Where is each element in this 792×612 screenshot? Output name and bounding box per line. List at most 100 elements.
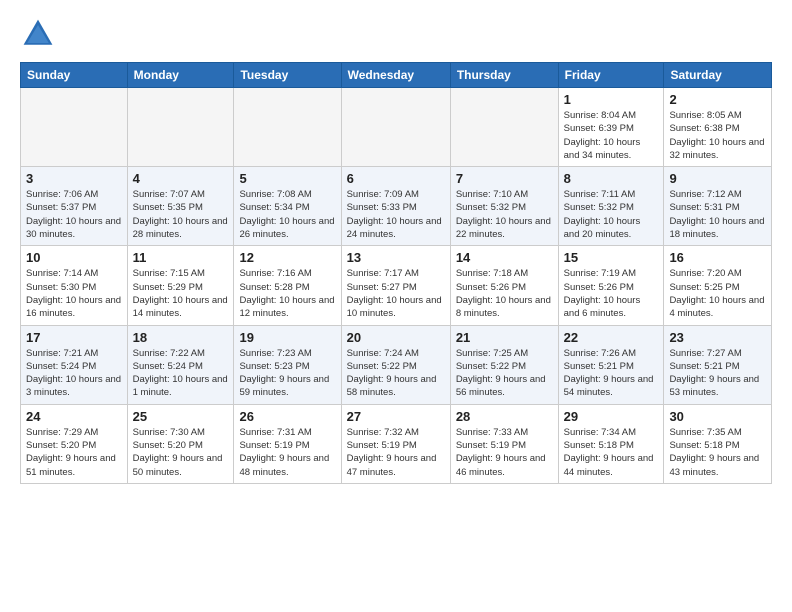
- calendar-cell: 21 Sunrise: 7:25 AM Sunset: 5:22 PM Dayli…: [450, 325, 558, 404]
- day-info: Sunrise: 7:30 AM Sunset: 5:20 PM Dayligh…: [133, 426, 229, 479]
- logo: [20, 16, 58, 52]
- calendar-week-row: 17Sunrise: 7:21 AM Sunset: 5:24 PM Dayli…: [21, 325, 772, 404]
- day-number: 4: [133, 171, 229, 186]
- day-info: Sunrise: 7:18 AM Sunset: 5:26 PM Dayligh…: [456, 267, 553, 320]
- day-info: Sunrise: 7:21 AM Sunset: 5:24 PM Dayligh…: [26, 347, 122, 400]
- calendar-cell: 18Sunrise: 7:22 AM Sunset: 5:24 PM Dayli…: [127, 325, 234, 404]
- calendar-cell: 22Sunrise: 7:26 AM Sunset: 5:21 PM Dayli…: [558, 325, 664, 404]
- day-info: Sunrise: 7:17 AM Sunset: 5:27 PM Dayligh…: [347, 267, 445, 320]
- calendar-cell: 28 Sunrise: 7:33 AM Sunset: 5:19 PM Dayli…: [450, 404, 558, 483]
- day-info: Sunrise: 8:04 AM Sunset: 6:39 PM Dayligh…: [564, 109, 659, 162]
- day-info: Sunrise: 7:08 AM Sunset: 5:34 PM Dayligh…: [239, 188, 335, 241]
- day-number: 14: [456, 250, 553, 265]
- calendar-cell: 26 Sunrise: 7:31 AM Sunset: 5:19 PM Dayli…: [234, 404, 341, 483]
- calendar-cell: 10 Sunrise: 7:14 AM Sunset: 5:30 PM Dayli…: [21, 246, 128, 325]
- day-number: 19: [239, 330, 335, 345]
- calendar-cell: 9 Sunrise: 7:12 AM Sunset: 5:31 PM Daylig…: [664, 167, 772, 246]
- calendar-cell: 24Sunrise: 7:29 AM Sunset: 5:20 PM Dayli…: [21, 404, 128, 483]
- day-number: 21: [456, 330, 553, 345]
- day-number: 20: [347, 330, 445, 345]
- calendar-header-row: SundayMondayTuesdayWednesdayThursdayFrid…: [21, 63, 772, 88]
- day-number: 8: [564, 171, 659, 186]
- day-number: 12: [239, 250, 335, 265]
- day-number: 29: [564, 409, 659, 424]
- calendar-cell: 30 Sunrise: 7:35 AM Sunset: 5:18 PM Dayli…: [664, 404, 772, 483]
- calendar-cell: 19 Sunrise: 7:23 AM Sunset: 5:23 PM Dayli…: [234, 325, 341, 404]
- day-info: Sunrise: 7:15 AM Sunset: 5:29 PM Dayligh…: [133, 267, 229, 320]
- calendar: SundayMondayTuesdayWednesdayThursdayFrid…: [20, 62, 772, 484]
- calendar-cell: 8 Sunrise: 7:11 AM Sunset: 5:32 PM Daylig…: [558, 167, 664, 246]
- day-number: 13: [347, 250, 445, 265]
- page: SundayMondayTuesdayWednesdayThursdayFrid…: [0, 0, 792, 500]
- logo-icon: [20, 16, 56, 52]
- day-info: Sunrise: 7:31 AM Sunset: 5:19 PM Dayligh…: [239, 426, 335, 479]
- calendar-cell: [341, 88, 450, 167]
- day-info: Sunrise: 7:27 AM Sunset: 5:21 PM Dayligh…: [669, 347, 766, 400]
- day-number: 5: [239, 171, 335, 186]
- day-number: 9: [669, 171, 766, 186]
- day-number: 27: [347, 409, 445, 424]
- calendar-cell: [127, 88, 234, 167]
- calendar-header-monday: Monday: [127, 63, 234, 88]
- calendar-week-row: 24Sunrise: 7:29 AM Sunset: 5:20 PM Dayli…: [21, 404, 772, 483]
- day-number: 26: [239, 409, 335, 424]
- calendar-header-wednesday: Wednesday: [341, 63, 450, 88]
- calendar-cell: [21, 88, 128, 167]
- day-number: 15: [564, 250, 659, 265]
- day-info: Sunrise: 7:06 AM Sunset: 5:37 PM Dayligh…: [26, 188, 122, 241]
- day-info: Sunrise: 7:14 AM Sunset: 5:30 PM Dayligh…: [26, 267, 122, 320]
- day-info: Sunrise: 7:25 AM Sunset: 5:22 PM Dayligh…: [456, 347, 553, 400]
- calendar-cell: 1Sunrise: 8:04 AM Sunset: 6:39 PM Daylig…: [558, 88, 664, 167]
- day-info: Sunrise: 7:29 AM Sunset: 5:20 PM Dayligh…: [26, 426, 122, 479]
- calendar-cell: 15 Sunrise: 7:19 AM Sunset: 5:26 PM Dayli…: [558, 246, 664, 325]
- day-number: 10: [26, 250, 122, 265]
- calendar-header-thursday: Thursday: [450, 63, 558, 88]
- day-number: 6: [347, 171, 445, 186]
- calendar-cell: [234, 88, 341, 167]
- calendar-cell: 14 Sunrise: 7:18 AM Sunset: 5:26 PM Dayli…: [450, 246, 558, 325]
- calendar-header-friday: Friday: [558, 63, 664, 88]
- day-number: 28: [456, 409, 553, 424]
- calendar-cell: [450, 88, 558, 167]
- day-info: Sunrise: 7:10 AM Sunset: 5:32 PM Dayligh…: [456, 188, 553, 241]
- calendar-cell: 3 Sunrise: 7:06 AM Sunset: 5:37 PM Daylig…: [21, 167, 128, 246]
- calendar-cell: 20 Sunrise: 7:24 AM Sunset: 5:22 PM Dayli…: [341, 325, 450, 404]
- calendar-header-sunday: Sunday: [21, 63, 128, 88]
- calendar-cell: 27 Sunrise: 7:32 AM Sunset: 5:19 PM Dayli…: [341, 404, 450, 483]
- day-number: 18: [133, 330, 229, 345]
- header: [20, 16, 772, 52]
- calendar-cell: 12 Sunrise: 7:16 AM Sunset: 5:28 PM Dayli…: [234, 246, 341, 325]
- day-info: Sunrise: 7:12 AM Sunset: 5:31 PM Dayligh…: [669, 188, 766, 241]
- calendar-cell: 29 Sunrise: 7:34 AM Sunset: 5:18 PM Dayli…: [558, 404, 664, 483]
- calendar-cell: 5 Sunrise: 7:08 AM Sunset: 5:34 PM Daylig…: [234, 167, 341, 246]
- day-info: Sunrise: 7:33 AM Sunset: 5:19 PM Dayligh…: [456, 426, 553, 479]
- day-info: Sunrise: 7:23 AM Sunset: 5:23 PM Dayligh…: [239, 347, 335, 400]
- calendar-cell: 4Sunrise: 7:07 AM Sunset: 5:35 PM Daylig…: [127, 167, 234, 246]
- day-info: Sunrise: 7:26 AM Sunset: 5:21 PM Dayligh…: [564, 347, 659, 400]
- day-info: Sunrise: 8:05 AM Sunset: 6:38 PM Dayligh…: [669, 109, 766, 162]
- day-info: Sunrise: 7:20 AM Sunset: 5:25 PM Dayligh…: [669, 267, 766, 320]
- calendar-header-tuesday: Tuesday: [234, 63, 341, 88]
- day-info: Sunrise: 7:32 AM Sunset: 5:19 PM Dayligh…: [347, 426, 445, 479]
- calendar-cell: 25Sunrise: 7:30 AM Sunset: 5:20 PM Dayli…: [127, 404, 234, 483]
- day-info: Sunrise: 7:24 AM Sunset: 5:22 PM Dayligh…: [347, 347, 445, 400]
- calendar-header-saturday: Saturday: [664, 63, 772, 88]
- day-info: Sunrise: 7:19 AM Sunset: 5:26 PM Dayligh…: [564, 267, 659, 320]
- day-info: Sunrise: 7:16 AM Sunset: 5:28 PM Dayligh…: [239, 267, 335, 320]
- calendar-cell: 13 Sunrise: 7:17 AM Sunset: 5:27 PM Dayli…: [341, 246, 450, 325]
- day-info: Sunrise: 7:11 AM Sunset: 5:32 PM Dayligh…: [564, 188, 659, 241]
- day-number: 30: [669, 409, 766, 424]
- day-info: Sunrise: 7:34 AM Sunset: 5:18 PM Dayligh…: [564, 426, 659, 479]
- day-number: 3: [26, 171, 122, 186]
- calendar-week-row: 1Sunrise: 8:04 AM Sunset: 6:39 PM Daylig…: [21, 88, 772, 167]
- calendar-week-row: 3 Sunrise: 7:06 AM Sunset: 5:37 PM Daylig…: [21, 167, 772, 246]
- day-info: Sunrise: 7:09 AM Sunset: 5:33 PM Dayligh…: [347, 188, 445, 241]
- calendar-cell: 23Sunrise: 7:27 AM Sunset: 5:21 PM Dayli…: [664, 325, 772, 404]
- day-number: 7: [456, 171, 553, 186]
- calendar-cell: 11 Sunrise: 7:15 AM Sunset: 5:29 PM Dayli…: [127, 246, 234, 325]
- day-number: 11: [133, 250, 229, 265]
- calendar-cell: 6 Sunrise: 7:09 AM Sunset: 5:33 PM Daylig…: [341, 167, 450, 246]
- calendar-cell: 2Sunrise: 8:05 AM Sunset: 6:38 PM Daylig…: [664, 88, 772, 167]
- day-info: Sunrise: 7:35 AM Sunset: 5:18 PM Dayligh…: [669, 426, 766, 479]
- calendar-cell: 7 Sunrise: 7:10 AM Sunset: 5:32 PM Daylig…: [450, 167, 558, 246]
